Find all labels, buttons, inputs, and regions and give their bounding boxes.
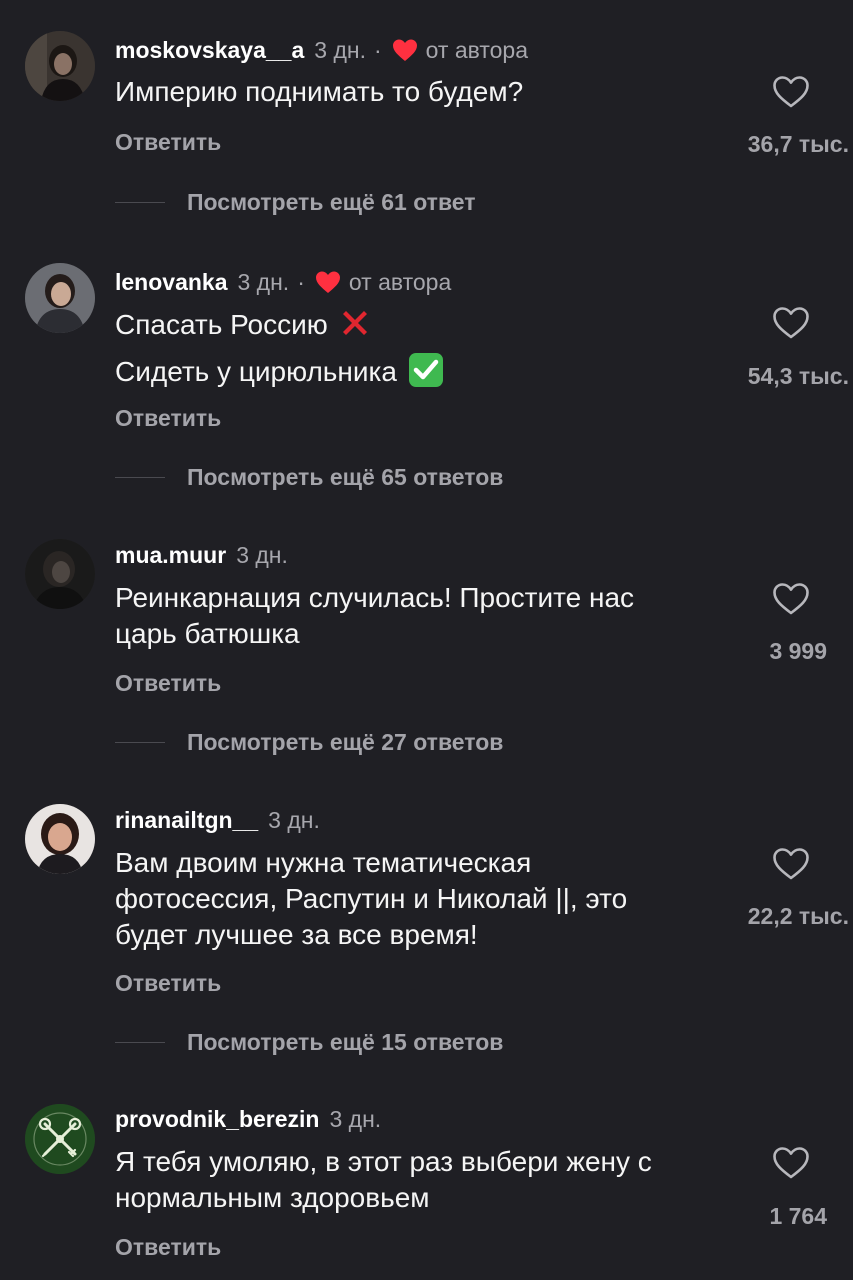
comment-line-text: Спасать Россию	[115, 309, 328, 340]
like-count: 36,7 тыс.	[747, 131, 849, 157]
reply-button[interactable]: Ответить	[115, 1232, 221, 1262]
comment-meta: lenovanka 3 дн. · от автора	[115, 267, 451, 297]
comment-text: Реинкарнация случилась! Простите нас цар…	[115, 580, 725, 652]
check-mark-emoji	[407, 351, 445, 389]
username[interactable]: provodnik_berezin	[115, 1106, 319, 1133]
avatar[interactable]	[25, 539, 95, 609]
avatar[interactable]	[25, 1104, 95, 1174]
comment-time: 3 дн.	[314, 36, 366, 63]
view-more-replies-button[interactable]: Посмотреть ещё 15 ответов	[115, 1027, 503, 1057]
username[interactable]: lenovanka	[115, 269, 228, 296]
comment-line: Я тебя умоляю, в этот раз выбери жену с	[115, 1146, 652, 1177]
like-heart-icon[interactable]	[772, 306, 810, 340]
divider	[115, 1041, 165, 1043]
view-more-replies-button[interactable]: Посмотреть ещё 61 ответ	[115, 187, 476, 217]
comment-meta: mua.muur 3 дн.	[115, 540, 288, 570]
comment-meta: moskovskaya__a 3 дн. · от автора	[115, 35, 528, 65]
view-more-replies-label: Посмотреть ещё 61 ответ	[187, 188, 476, 215]
separator-dot: ·	[373, 36, 382, 63]
view-more-replies-button[interactable]: Посмотреть ещё 27 ответов	[115, 727, 503, 757]
username[interactable]: mua.muur	[115, 542, 226, 569]
author-badge: от автора	[425, 36, 529, 63]
divider	[115, 201, 165, 203]
author-badge: от автора	[348, 268, 452, 295]
author-liked-heart-icon	[392, 38, 418, 62]
view-more-replies-label: Посмотреть ещё 65 ответов	[187, 463, 504, 490]
comment-time: 3 дн.	[236, 541, 288, 568]
view-more-replies-label: Посмотреть ещё 27 ответов	[187, 728, 504, 755]
username[interactable]: rinanailtgn__	[115, 807, 258, 834]
username[interactable]: moskovskaya__a	[115, 37, 304, 64]
comment-text: Спасать Россию Сидеть у цирюльника	[115, 306, 725, 390]
avatar[interactable]	[25, 263, 95, 333]
view-more-replies-button[interactable]: Посмотреть ещё 65 ответов	[115, 462, 503, 492]
author-liked-heart-icon	[315, 270, 341, 294]
avatar[interactable]	[25, 804, 95, 874]
like-count: 54,3 тыс.	[747, 363, 849, 389]
comment-meta: provodnik_berezin 3 дн.	[115, 1104, 381, 1134]
comment-text: Я тебя умоляю, в этот раз выбери жену с …	[115, 1144, 725, 1216]
reply-button[interactable]: Ответить	[115, 403, 221, 433]
comment-line-text: Сидеть у цирюльника	[115, 356, 397, 387]
comment-time: 3 дн.	[329, 1105, 382, 1132]
like-count: 1 764	[769, 1203, 827, 1229]
comment-line: царь батюшка	[115, 618, 300, 649]
divider	[115, 476, 165, 478]
comment-line: Вам двоим нужна тематическая	[115, 847, 532, 878]
comment-line: Империю поднимать то будем?	[115, 76, 524, 107]
reply-button[interactable]: Ответить	[115, 968, 221, 998]
like-heart-icon[interactable]	[772, 582, 810, 616]
view-more-replies-label: Посмотреть ещё 15 ответов	[187, 1028, 504, 1055]
comment-meta: rinanailtgn__ 3 дн.	[115, 805, 320, 835]
comment-time: 3 дн.	[237, 268, 290, 295]
comment-line: Сидеть у цирюльника	[115, 351, 725, 390]
comment-line: нормальным здоровьем	[115, 1182, 430, 1213]
comment-line: Спасать Россию	[115, 306, 725, 343]
like-heart-icon[interactable]	[772, 847, 810, 881]
comment-text: Вам двоим нужна тематическая фотосессия,…	[115, 845, 725, 953]
comment-line: будет лучшее за все время!	[115, 919, 478, 950]
reply-button[interactable]: Ответить	[115, 127, 221, 157]
comment-text: Империю поднимать то будем?	[115, 74, 725, 110]
separator-dot: ·	[297, 268, 305, 295]
like-heart-icon[interactable]	[772, 75, 810, 109]
like-count: 3 999	[769, 638, 827, 664]
avatar[interactable]	[25, 31, 95, 101]
cross-mark-emoji	[338, 306, 372, 340]
comment-line: фотосессия, Распутин и Николай ||, это	[115, 883, 628, 914]
comment-time: 3 дн.	[268, 806, 320, 833]
reply-button[interactable]: Ответить	[115, 668, 221, 698]
like-heart-icon[interactable]	[772, 1146, 810, 1180]
divider	[115, 741, 165, 743]
comment-line: Реинкарнация случилась! Простите нас	[115, 582, 635, 613]
like-count: 22,2 тыс.	[747, 903, 849, 929]
